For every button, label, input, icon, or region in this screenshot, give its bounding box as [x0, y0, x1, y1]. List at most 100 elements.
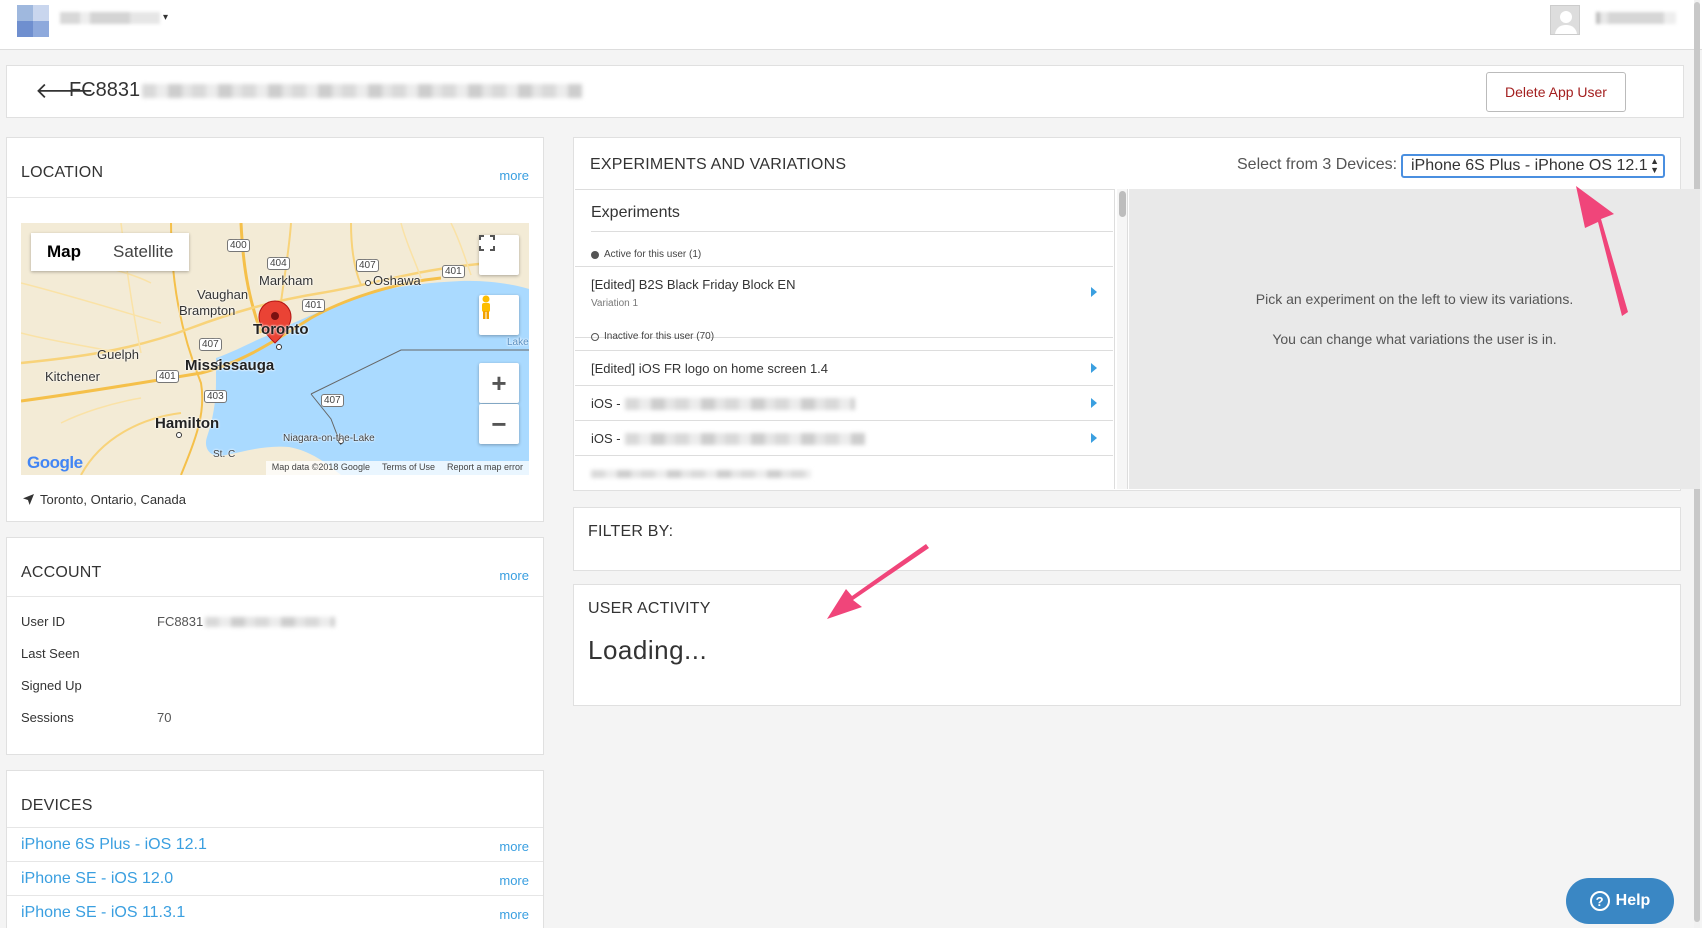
- account-title: ACCOUNT: [21, 564, 102, 581]
- location-map[interactable]: 400 404 407 401 401 407 401 403 407 Mark…: [21, 223, 529, 475]
- experiment-name-redacted: [591, 470, 811, 478]
- devices-card: DEVICES iPhone 6S Plus - iOS 12.1 more i…: [6, 770, 544, 928]
- loading-indicator: Loading...: [588, 635, 708, 665]
- highway-shield: 407: [321, 394, 344, 407]
- map-label-oshawa: Oshawa: [373, 273, 421, 288]
- user-id-redacted: [142, 83, 583, 98]
- account-value-user-id: FC8831: [157, 614, 336, 629]
- experiment-name: iOS -: [591, 431, 865, 446]
- google-logo: Google: [27, 453, 83, 472]
- filter-title: FILTER BY:: [588, 523, 674, 540]
- experiment-name-partial: [591, 466, 811, 478]
- highway-shield: 407: [199, 338, 222, 351]
- variations-hint: Pick an experiment on the left to view i…: [1255, 291, 1574, 307]
- experiment-item[interactable]: [Edited] B2S Black Friday Block EN Varia…: [575, 266, 1113, 316]
- device-link[interactable]: iPhone SE - iOS 12.0: [21, 870, 173, 888]
- device-link[interactable]: iPhone 6S Plus - iOS 12.1: [21, 836, 207, 854]
- highway-shield: 404: [267, 257, 290, 270]
- devices-title: DEVICES: [21, 797, 93, 814]
- device-row[interactable]: iPhone 6S Plus - iOS 12.1 more: [7, 827, 543, 861]
- experiments-scrollbar[interactable]: [1117, 189, 1128, 489]
- map-label-st-c: St. C: [213, 449, 236, 460]
- zoom-out-icon[interactable]: −: [479, 404, 519, 444]
- account-label-last-seen: Last Seen: [21, 646, 80, 661]
- map-label-markham: Markham: [259, 273, 314, 288]
- account-label-user-id: User ID: [21, 614, 66, 629]
- experiments-title: EXPERIMENTS AND VARIATIONS: [590, 156, 847, 173]
- location-place: Toronto, Ontario, Canada: [23, 492, 186, 507]
- map-label-niagara: Niagara-on-the-Lake: [283, 433, 375, 444]
- highway-shield: 401: [442, 265, 465, 278]
- inactive-group-row: Inactive for this user (70): [591, 331, 714, 342]
- highway-shield: 403: [204, 390, 227, 403]
- active-group-text: Active for this user (1): [604, 249, 702, 260]
- highway-shield: 407: [356, 259, 379, 272]
- experiment-item[interactable]: [Edited] iOS FR logo on home screen 1.4: [575, 350, 1113, 385]
- experiment-name: [Edited] iOS FR logo on home screen 1.4: [591, 361, 829, 376]
- location-arrow-icon: [23, 494, 34, 505]
- location-card: LOCATION more 400 404 407 401 401 407 40…: [6, 137, 544, 522]
- account-card: ACCOUNT more User ID FC8831 Last Seen Si…: [6, 537, 544, 755]
- experiments-heading: Experiments: [591, 204, 680, 221]
- location-more-link[interactable]: more: [499, 168, 529, 183]
- avatar[interactable]: [1550, 5, 1580, 35]
- device-row[interactable]: iPhone SE - iOS 11.3.1 more: [7, 895, 543, 928]
- device-select[interactable]: iPhone 6S Plus - iPhone OS 12.1 ▲ ▼: [1401, 154, 1665, 178]
- experiment-variation: Variation 1: [591, 298, 639, 309]
- map-report-link[interactable]: Report a map error: [447, 462, 523, 474]
- experiment-item[interactable]: iOS -: [575, 385, 1113, 420]
- highway-shield: 401: [156, 370, 179, 383]
- user-name-redacted[interactable]: [1596, 12, 1676, 24]
- device-row[interactable]: iPhone SE - iOS 12.0 more: [7, 861, 543, 895]
- highway-shield: 400: [227, 239, 250, 252]
- zoom-in-icon[interactable]: +: [479, 363, 519, 403]
- org-name-redacted[interactable]: [60, 12, 160, 24]
- variations-pane: Pick an experiment on the left to view i…: [1129, 189, 1700, 489]
- active-group-label: Active for this user (1): [591, 249, 701, 260]
- highway-shield: 401: [302, 299, 325, 312]
- map-terms-link[interactable]: Terms of Use: [382, 462, 435, 474]
- user-id-prefix: FC8831: [69, 79, 141, 101]
- question-icon: ?: [1589, 891, 1610, 911]
- caret-right-icon: [1091, 287, 1097, 297]
- device-more-link[interactable]: more: [499, 873, 529, 888]
- experiments-card: EXPERIMENTS AND VARIATIONS Select from 3…: [573, 137, 1700, 491]
- experiment-item[interactable]: [575, 455, 1113, 489]
- map-label-vaughan: Vaughan: [197, 287, 249, 302]
- chevron-down-icon[interactable]: ▾: [163, 12, 168, 23]
- map-label-lake: Lake: [507, 337, 529, 348]
- pegman-icon[interactable]: [479, 295, 519, 335]
- user-header: 🡐 FC8831 Delete App User: [6, 65, 1684, 118]
- inactive-group-text: Inactive for this user (70): [604, 331, 715, 342]
- account-label-signed-up: Signed Up: [21, 678, 82, 693]
- device-more-link[interactable]: more: [499, 907, 529, 922]
- user-activity-card: USER ACTIVITY Loading...: [573, 584, 1681, 706]
- delete-app-user-button[interactable]: Delete App User: [1486, 72, 1626, 112]
- experiment-name: [Edited] B2S Black Friday Block EN: [591, 277, 796, 292]
- experiment-name-prefix: iOS -: [591, 396, 621, 411]
- experiment-item[interactable]: iOS -: [575, 420, 1113, 455]
- caret-right-icon: [1091, 363, 1097, 373]
- device-select-value: iPhone 6S Plus - iPhone OS 12.1: [1411, 157, 1648, 174]
- account-more-link[interactable]: more: [499, 568, 529, 583]
- device-more-link[interactable]: more: [499, 839, 529, 854]
- map-type-map-button[interactable]: Map: [31, 233, 97, 271]
- caret-right-icon: [1091, 433, 1097, 443]
- map-footer: Map data ©2018 Google Terms of Use Repor…: [265, 461, 529, 475]
- map-type-satellite-button[interactable]: Satellite: [97, 233, 189, 271]
- account-value-sessions: 70: [157, 710, 172, 725]
- variations-hint-secondary: You can change what variations the user …: [1272, 331, 1557, 347]
- experiments-list[interactable]: Experiments Active for this user (1) [Ed…: [575, 189, 1115, 489]
- fullscreen-icon[interactable]: [479, 235, 519, 275]
- top-bar: ▾: [0, 0, 1702, 50]
- experiment-name-prefix: iOS -: [591, 431, 621, 446]
- org-logo[interactable]: [17, 5, 49, 37]
- map-label-hamilton: Hamilton: [155, 415, 220, 432]
- map-data-attribution: Map data ©2018 Google: [271, 462, 370, 472]
- help-label: Help: [1615, 892, 1651, 909]
- help-button[interactable]: ? Help: [1566, 878, 1674, 924]
- user-id-value-redacted: [205, 616, 336, 627]
- filled-dot-icon: [591, 250, 599, 259]
- filter-card: FILTER BY:: [573, 507, 1681, 571]
- device-link[interactable]: iPhone SE - iOS 11.3.1: [21, 904, 185, 922]
